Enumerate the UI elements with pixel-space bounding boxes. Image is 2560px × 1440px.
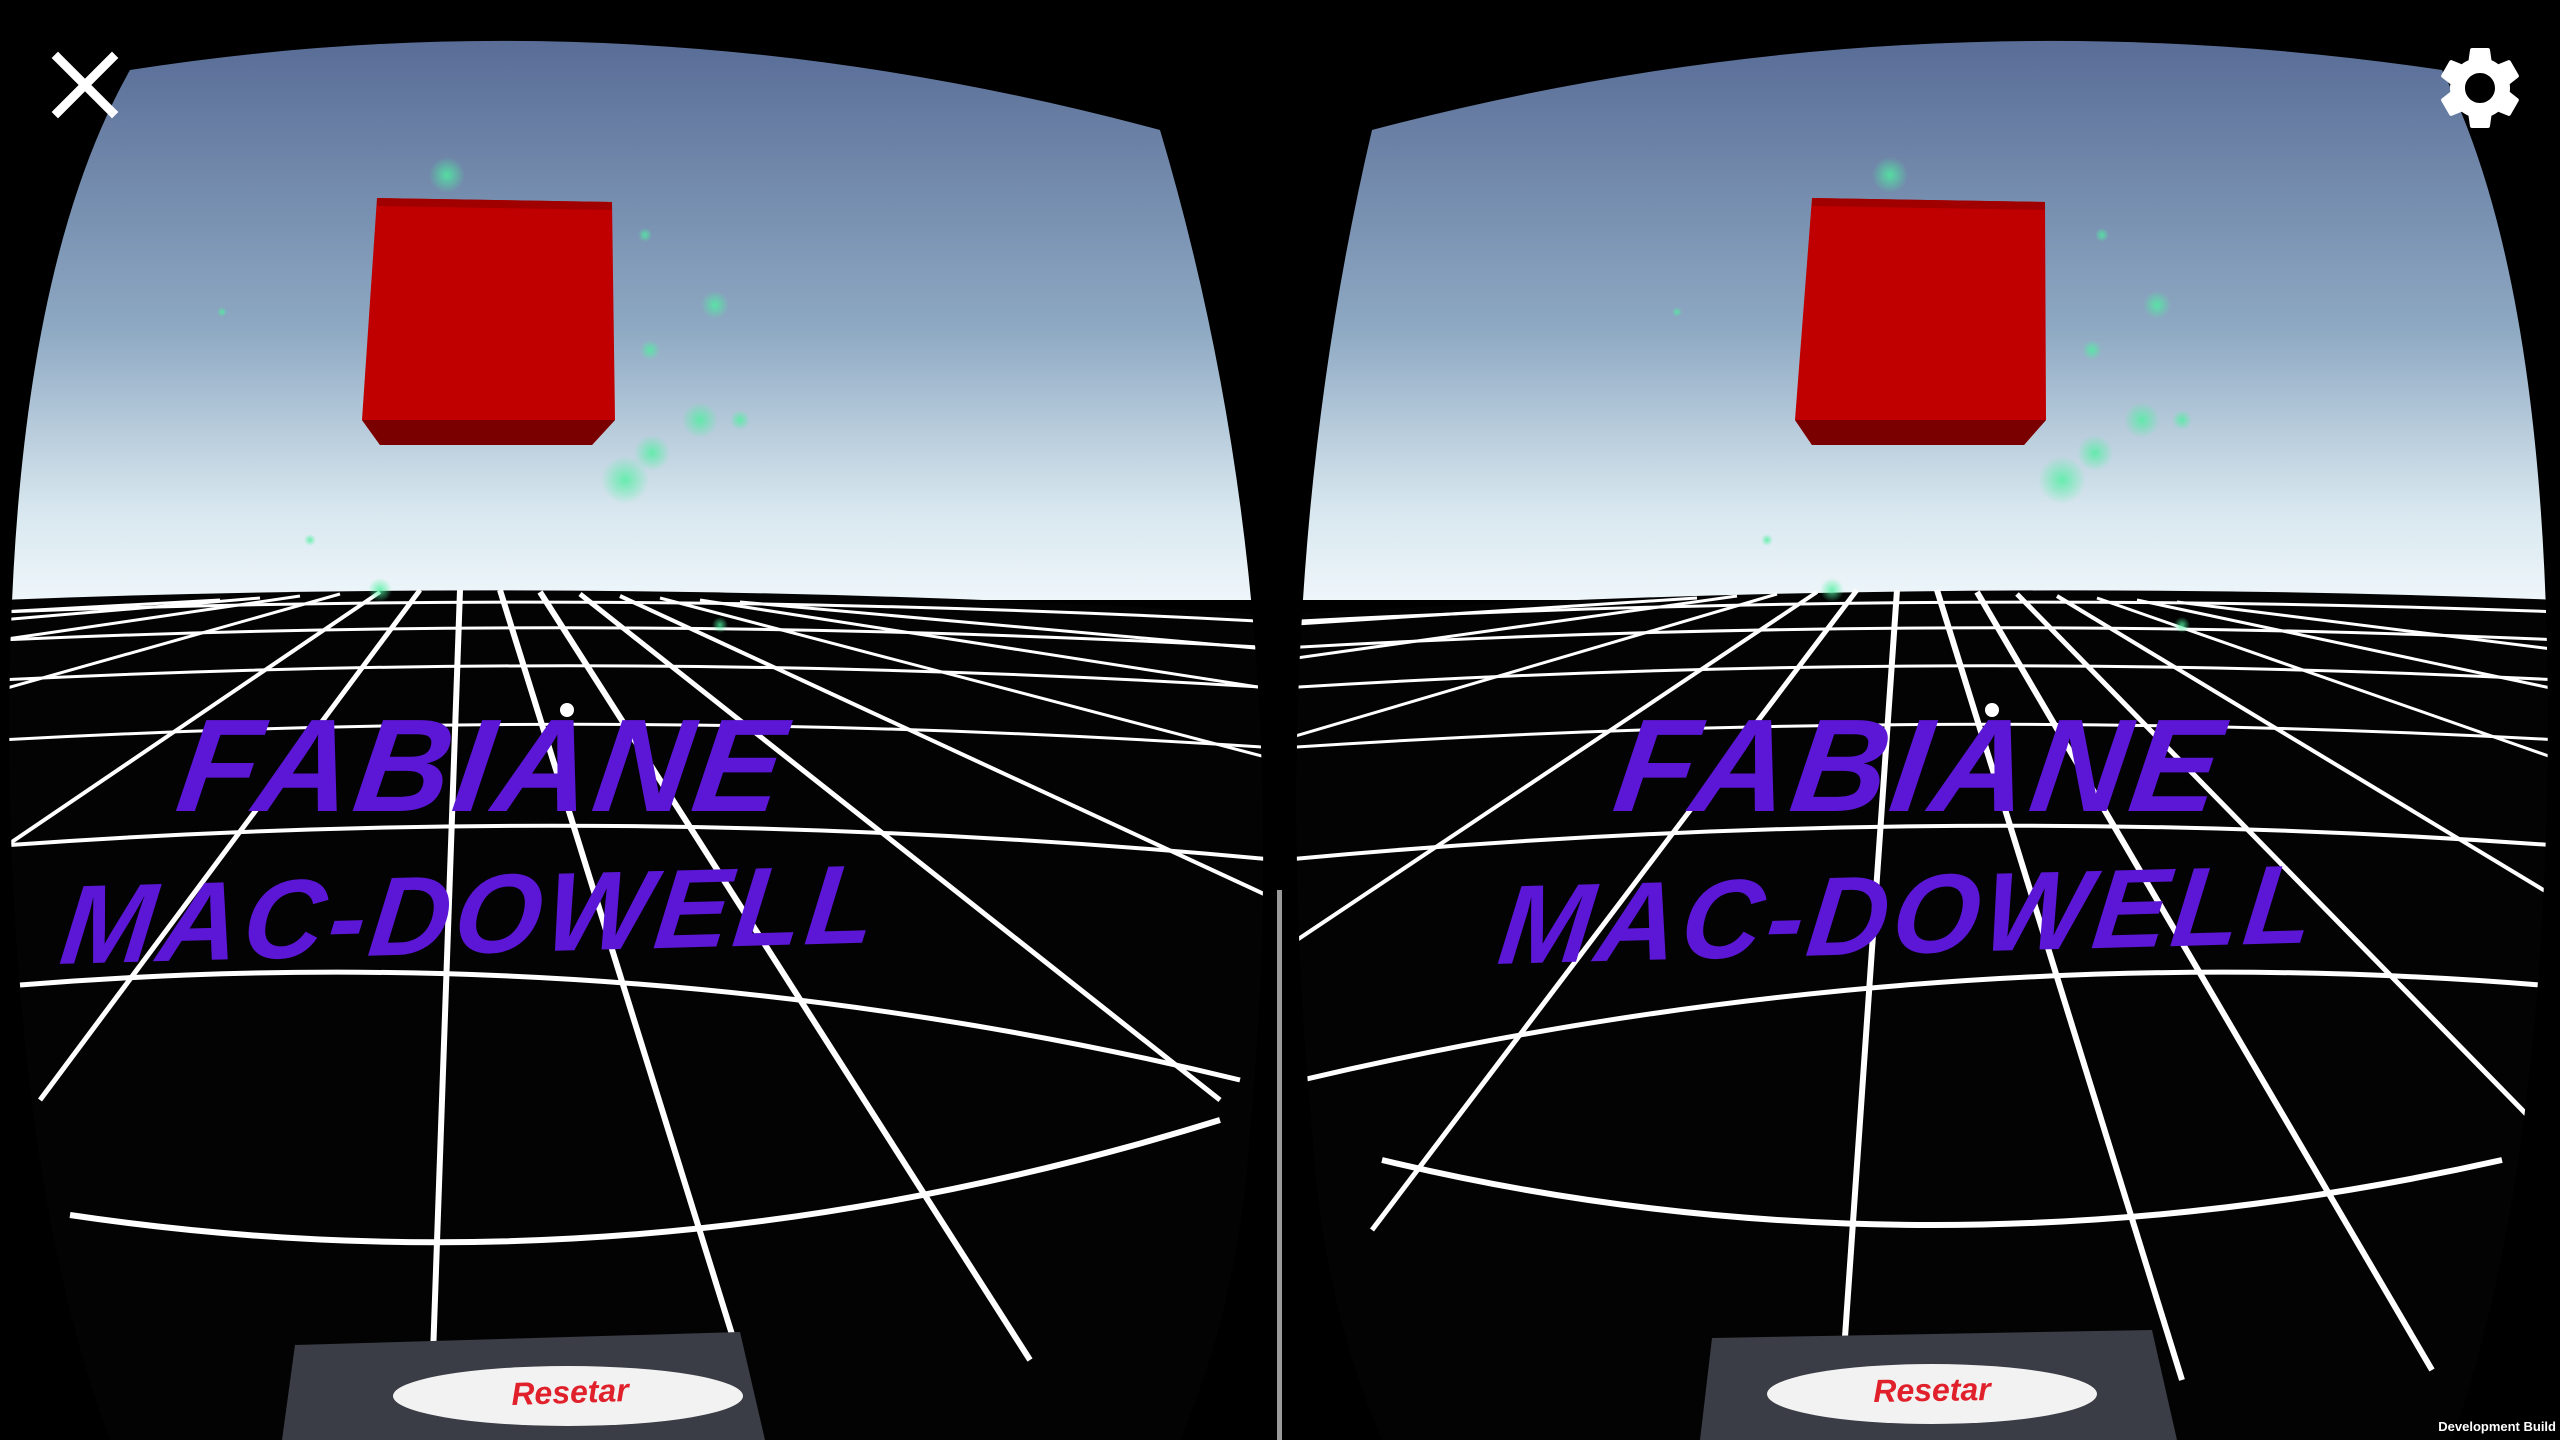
gear-icon <box>2441 48 2519 128</box>
name-line-1: FABIANE <box>1606 692 2235 839</box>
settings-button[interactable] <box>2430 38 2530 138</box>
red-cube[interactable] <box>1795 198 2046 445</box>
eye-divider <box>1277 890 1282 1440</box>
right-eye-view: FABIANE MAC-DOWELL Resetar <box>1282 0 2560 1440</box>
close-icon <box>51 51 119 119</box>
red-cube[interactable] <box>362 198 615 445</box>
sky <box>9 40 1264 600</box>
close-button[interactable] <box>40 40 130 130</box>
name-line-2: MAC-DOWELL <box>1492 841 2325 988</box>
name-line-1: FABIANE <box>169 692 798 839</box>
left-eye-view: FABIANE MAC-DOWELL Resetar <box>0 0 1277 1440</box>
name-line-2: MAC-DOWELL <box>54 841 887 988</box>
reset-button-label[interactable]: Resetar <box>1762 1369 2103 1412</box>
development-build-label: Development Build <box>2438 1419 2556 1434</box>
